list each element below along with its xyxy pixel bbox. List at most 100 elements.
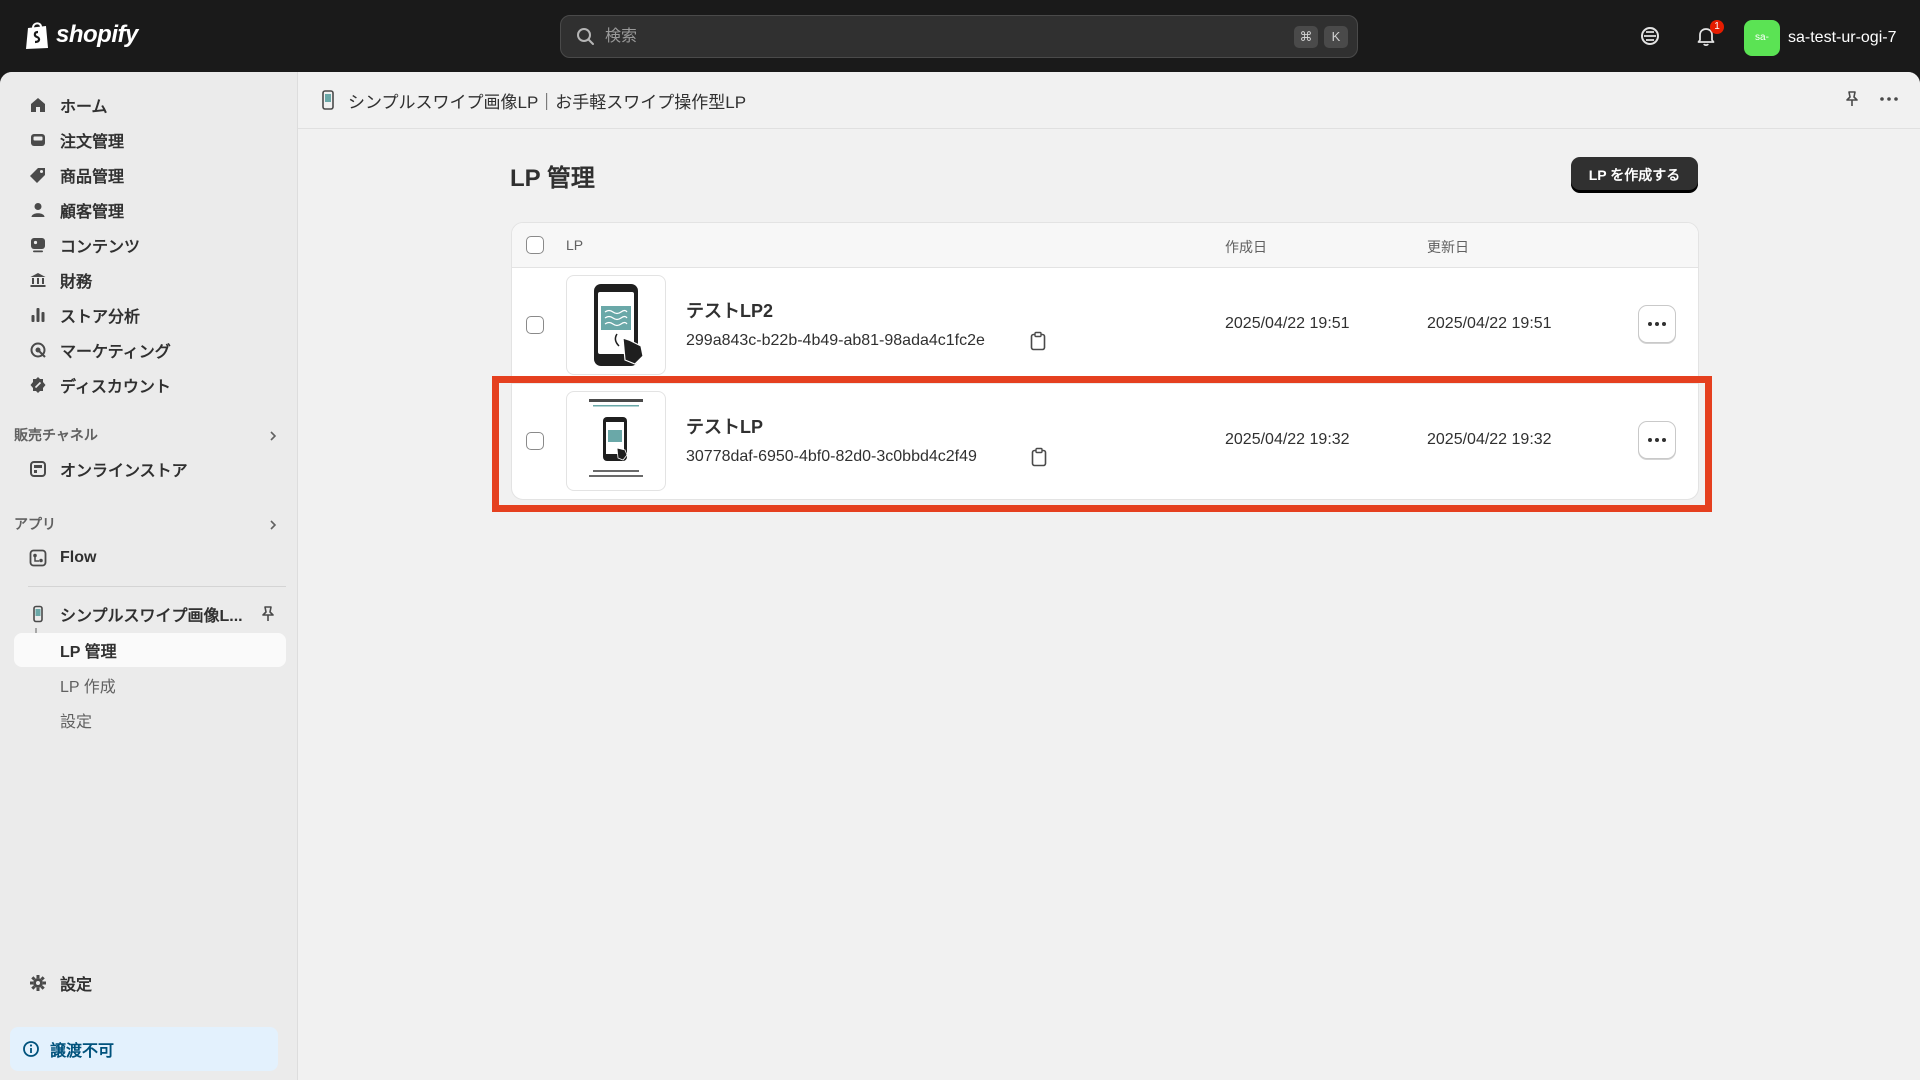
sidebar-item-orders[interactable]: 注文管理 [14,124,286,156]
inbox-icon [28,130,48,150]
gear-icon [28,973,48,993]
sidebar-item-label: 財務 [60,274,93,291]
sidebar-item-analytics[interactable]: ストア分析 [14,299,286,331]
phone-swipe-image [594,284,644,366]
store-menu[interactable]: sa- sa-test-ur-ogi-7 [1744,20,1896,56]
table-row[interactable]: テストLP 30778daf-6950-4bf0-82d0-3c0bbd4c2f… [512,383,1698,499]
sidebar-item-label: ディスカウント [60,379,171,396]
search-icon [577,27,594,45]
sidebar-item-online-store[interactable]: オンラインストア [14,453,286,485]
sidebar-item-label: ホーム [60,99,108,116]
target-icon [28,340,48,360]
pin-icon[interactable] [1842,89,1862,109]
sidebar-item-discounts[interactable]: ディスカウント [14,369,286,401]
sidebar: ホーム 注文管理 商品管理 顧客管理 コンテンツ 財務 ストア分析 マーケティン… [0,72,298,1080]
sidebar-item-label: コンテンツ [60,239,141,256]
row-checkbox[interactable] [526,432,544,450]
pin-icon[interactable] [258,604,278,624]
lp-thumbnail [566,275,666,375]
lp-id: 299a843c-b22b-4b49-ab81-98ada4c1fc2e [686,332,985,349]
sidebar-item-lp-create[interactable]: LP 作成 [14,668,286,702]
notice-label: 譲渡不可 [50,1043,115,1060]
sidebar-item-label: マーケティング [60,344,171,361]
flow-icon [28,548,48,568]
column-header-lp: LP [566,237,584,253]
sidebar-item-home[interactable]: ホーム [14,89,286,121]
home-icon [28,95,48,115]
lp-thumbnail [566,391,666,491]
phone-app-icon [28,604,48,624]
sidebar-item-app-settings[interactable]: 設定 [14,703,286,737]
sales-channels-heading: 販売チャネル [14,427,98,443]
lp-name[interactable]: テストLP2 [686,297,773,323]
created-date: 2025/04/22 19:32 [1225,431,1350,448]
row-actions-button[interactable] [1638,421,1676,459]
chevron-right-icon[interactable] [266,429,280,443]
column-header-created: 作成日 [1225,239,1267,255]
sidebar-item-settings[interactable]: 設定 [14,967,286,999]
content-icon [28,235,48,255]
shopify-bag-icon [26,22,48,49]
sidebar-item-customers[interactable]: 顧客管理 [14,194,286,226]
app-title: シンプルスワイプ画像LP｜お手軽スワイプ操作型LP [348,92,747,112]
sidebar-item-label: シンプルスワイプ画像L... [60,608,243,625]
top-bar: shopify ⌘ K 1 sa- sa-test-ur-ogi-7 [0,0,1920,72]
notification-badge: 1 [1710,20,1724,34]
discount-icon [28,375,48,395]
shortcut-k-key: K [1324,26,1348,48]
sidebar-item-marketing[interactable]: マーケティング [14,334,286,366]
sidebar-item-flow[interactable]: Flow [14,542,286,574]
divider [28,586,286,587]
more-horizontal-icon [1648,322,1666,326]
sidebar-item-label: 商品管理 [60,169,125,186]
apps-heading: アプリ [14,516,56,532]
sidebar-item-label: 注文管理 [60,134,125,151]
shortcut-cmd-key: ⌘ [1294,26,1318,48]
search-bar[interactable]: ⌘ K [560,15,1358,58]
sidebar-item-label: オンラインストア [60,463,188,480]
avatar: sa- [1744,20,1780,56]
row-checkbox[interactable] [526,316,544,334]
sidebar-item-app-swipe-lp[interactable]: シンプルスワイプ画像L... [14,598,286,630]
create-lp-button[interactable]: LP を作成する [1571,157,1698,192]
tag-icon [28,165,48,185]
updated-date: 2025/04/22 19:32 [1427,431,1552,448]
created-date: 2025/04/22 19:51 [1225,315,1350,332]
brand-name: shopify [56,21,138,48]
sidebar-item-label: 顧客管理 [60,204,125,221]
sidebar-item-content[interactable]: コンテンツ [14,229,286,261]
lp-preview-image [589,399,643,477]
bank-icon [28,270,48,290]
store-name: sa-test-ur-ogi-7 [1788,29,1897,46]
shopify-logo[interactable]: shopify [24,20,138,50]
app-header: シンプルスワイプ画像LP｜お手軽スワイプ操作型LP [298,72,1920,129]
column-header-updated: 更新日 [1427,239,1469,255]
non-transferable-notice[interactable]: 譲渡不可 [10,1027,278,1071]
phone-app-icon [322,90,334,110]
lp-name[interactable]: テストLP [686,413,763,439]
select-all-checkbox[interactable] [526,236,544,254]
sidebar-item-products[interactable]: 商品管理 [14,159,286,191]
table-header: LP 作成日 更新日 [512,223,1698,268]
more-horizontal-icon[interactable] [1878,89,1900,109]
chevron-right-icon[interactable] [266,518,280,532]
bar-chart-icon [28,305,48,325]
row-actions-button[interactable] [1638,305,1676,343]
sidebar-item-finance[interactable]: 財務 [14,264,286,296]
more-horizontal-icon [1648,438,1666,442]
search-input[interactable] [603,26,1247,47]
clipboard-icon[interactable] [1029,331,1047,351]
sidekick-icon[interactable] [1638,24,1662,48]
person-icon [28,200,48,220]
lp-id: 30778daf-6950-4bf0-82d0-3c0bbd4c2f49 [686,448,977,465]
clipboard-icon[interactable] [1030,447,1048,467]
sidebar-item-label: ストア分析 [60,309,141,326]
store-icon [28,459,48,479]
table-row[interactable]: テストLP2 299a843c-b22b-4b49-ab81-98ada4c1f… [512,267,1698,384]
info-icon [23,1041,39,1057]
sidebar-item-label: 設定 [60,977,93,994]
sidebar-item-lp-management[interactable]: LP 管理 [14,633,286,667]
sidebar-item-label: Flow [60,549,97,566]
lp-table: LP 作成日 更新日 テストLP2 299a843c-b22b-4b49-ab8… [511,222,1699,500]
updated-date: 2025/04/22 19:51 [1427,315,1552,332]
